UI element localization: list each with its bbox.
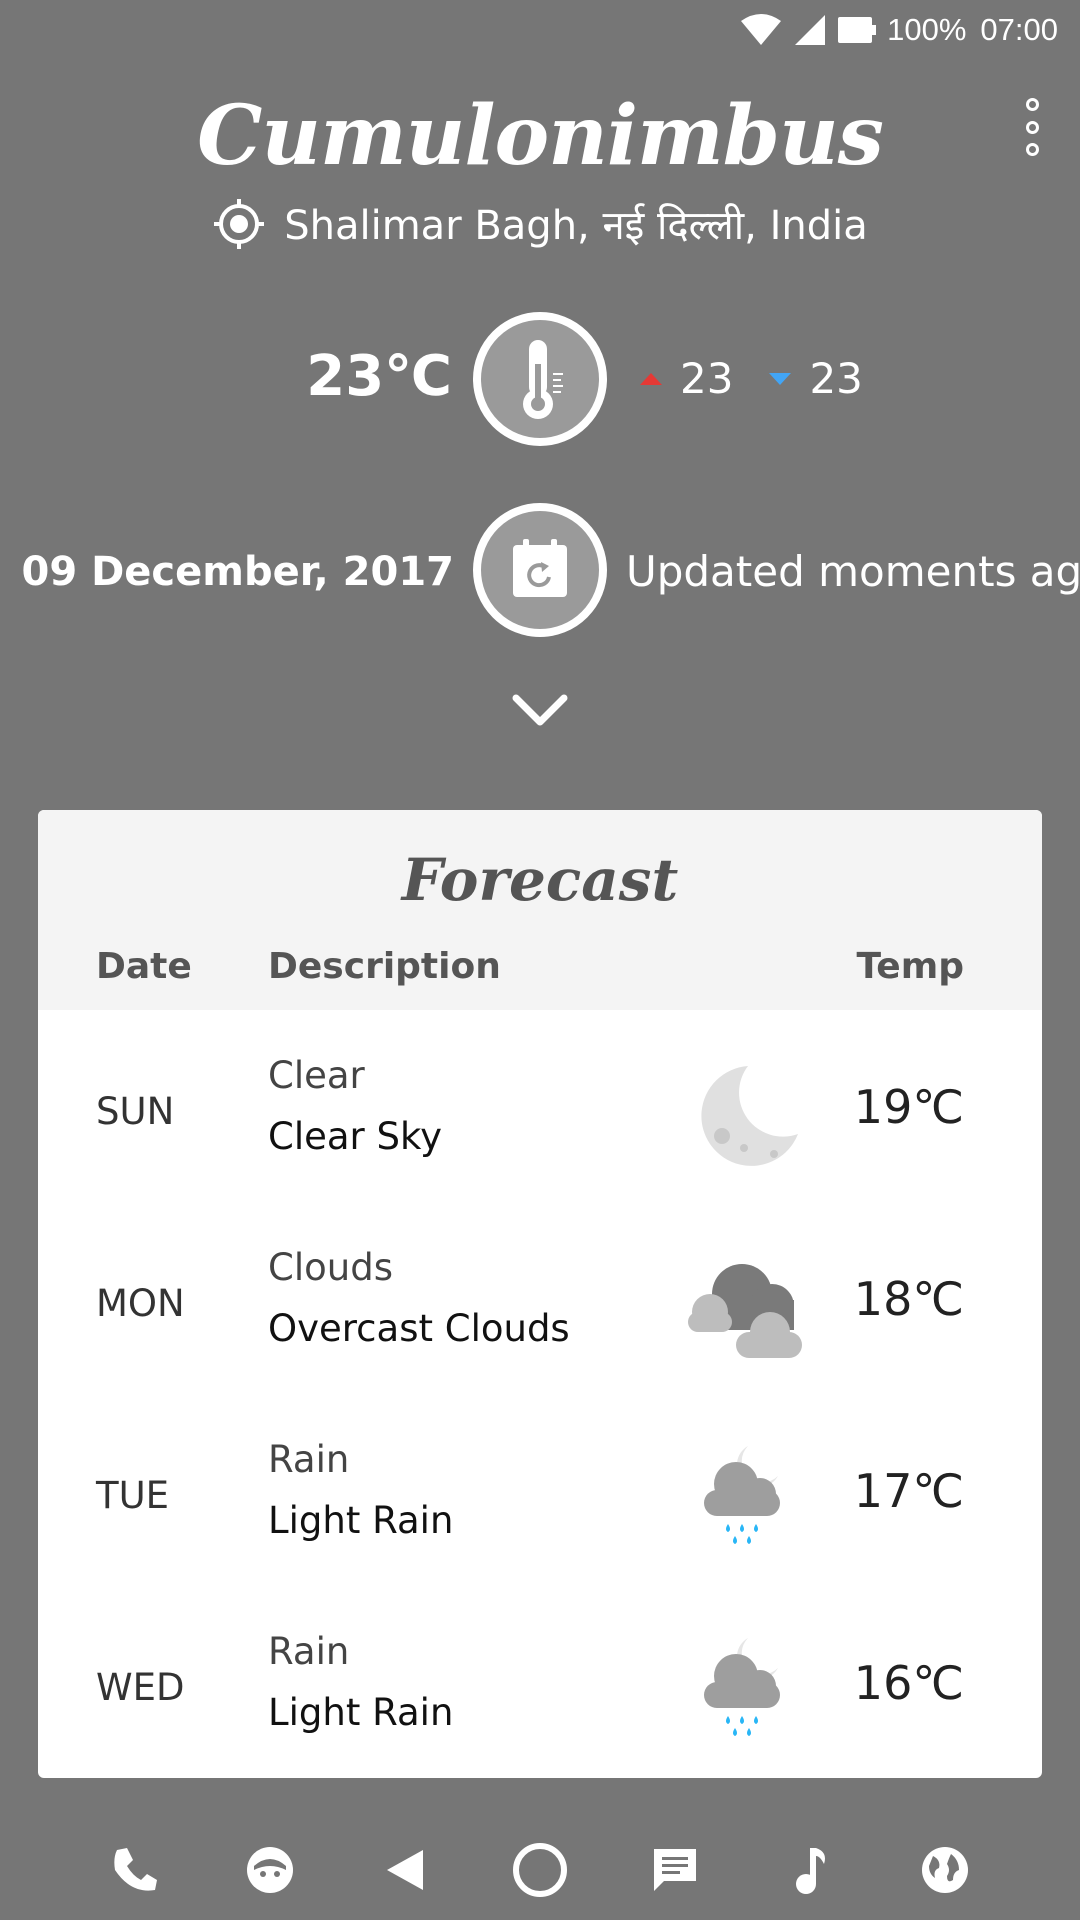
thermometer-icon [523,340,563,419]
overflow-menu-button[interactable] [1010,98,1054,156]
thermometer-badge [473,312,607,446]
forecast-condition: Clear [268,1054,365,1097]
forecast-day: TUE [96,1474,170,1517]
forecast-day: MON [96,1282,185,1325]
forecast-description: Clear Sky [268,1115,443,1158]
gps-location-icon [214,198,265,249]
forecast-row[interactable]: MON Clouds Overcast Clouds 18℃ [38,1202,1042,1394]
forecast-row[interactable]: TUE Rain Light Rain 17℃ [38,1394,1042,1586]
temperature-low: 23 [809,354,863,403]
forecast-temperature: 19℃ [853,1080,964,1134]
current-date: 09 December, 2017 [21,549,455,595]
date-row: 09 December, 2017 Updated moments ago [0,503,1080,639]
nav-browser[interactable] [878,1820,1013,1920]
menu-dot [1025,120,1039,134]
refresh-button[interactable] [473,503,607,637]
forecast-temperature: 16℃ [853,1656,964,1710]
forecast-description: Overcast Clouds [268,1307,570,1350]
nav-back[interactable] [338,1820,473,1920]
forecast-row[interactable]: SUN Clear Clear Sky 19℃ [38,1010,1042,1202]
arrow-down-icon [769,372,792,385]
current-temperature: 23℃ [306,344,452,409]
forecast-title: Forecast [401,846,679,914]
battery-percent: 100% [887,12,967,47]
chevron-down-icon[interactable] [510,690,570,730]
forecast-header: Forecast Date Description Temp [38,810,1042,1010]
home-icon [513,1843,567,1897]
location-row[interactable]: Shalimar Bagh, नई दिल्ली, India [0,196,1080,251]
phone-icon [114,1848,157,1891]
clock: 07:00 [980,12,1058,47]
temperature-high: 23 [680,354,734,403]
nav-messenger[interactable] [203,1820,338,1920]
battery-icon [838,17,877,43]
forecast-condition: Rain [268,1438,350,1481]
last-updated: Updated moments ago [626,547,1080,596]
forecast-day: SUN [96,1090,175,1133]
forecast-card: Forecast Date Description Temp SUN Clear… [38,810,1042,1778]
music-icon [796,1848,825,1894]
status-bar: 100% 07:00 [0,0,1080,60]
wifi-icon [741,14,782,45]
location-label: Shalimar Bagh, नई दिल्ली, India [284,203,868,249]
forecast-temperature: 17℃ [853,1464,964,1518]
browser-globe-icon [922,1847,968,1893]
night-rain-icon [704,1446,780,1544]
navigation-bar [0,1820,1080,1920]
nav-messages[interactable] [608,1820,743,1920]
cellular-signal-icon [795,15,826,45]
app-title: Cumulonimbus [197,88,884,184]
forecast-description: Light Rain [268,1499,454,1542]
back-icon [387,1850,423,1890]
arrow-up-icon [640,372,662,385]
forecast-condition: Rain [268,1630,350,1673]
night-rain-icon [704,1638,780,1736]
forecast-row[interactable]: WED Rain Light Rain 16℃ [38,1586,1042,1778]
column-header-description: Description [268,946,501,987]
menu-dot [1025,143,1039,156]
forecast-condition: Clouds [268,1246,393,1289]
forecast-temperature: 18℃ [853,1272,964,1326]
calendar-refresh-icon [513,539,567,597]
messenger-face-icon [247,1847,293,1893]
nav-home[interactable] [473,1820,608,1920]
column-header-date: Date [96,946,192,987]
forecast-day: WED [96,1666,185,1709]
messages-icon [654,1849,696,1891]
current-temperature-row: 23℃ 23 23 [0,312,1080,448]
nav-phone[interactable] [68,1820,203,1920]
forecast-description: Light Rain [268,1691,454,1734]
temperature-high-low: 23 23 [640,354,863,403]
moon-icon [701,1066,798,1166]
column-header-temp: Temp [856,946,964,987]
clouds-icon [688,1264,802,1358]
menu-dot [1025,98,1039,111]
nav-music[interactable] [743,1820,878,1920]
